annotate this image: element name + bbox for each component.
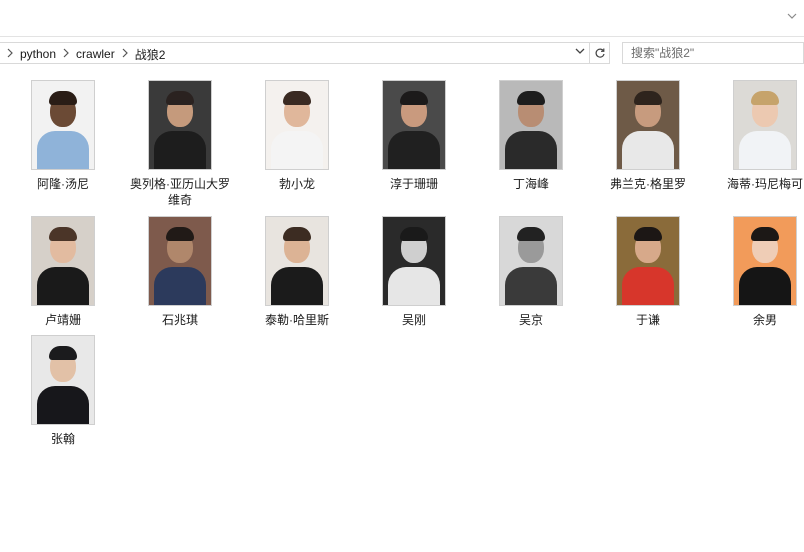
portrait-hair	[49, 227, 77, 241]
portrait-body	[622, 267, 674, 305]
address-bar[interactable]: python crawler 战狼2	[0, 42, 610, 64]
file-item[interactable]: 奥列格·亚历山大罗维奇	[125, 80, 235, 208]
photo-thumbnail	[499, 216, 563, 306]
file-name: 勃小龙	[278, 177, 315, 191]
breadcrumb: python crawler 战狼2	[3, 43, 168, 65]
portrait-body	[388, 131, 440, 169]
file-item[interactable]: 石兆琪	[125, 216, 235, 328]
photo-thumbnail	[616, 80, 680, 170]
chevron-right-icon[interactable]	[59, 48, 73, 61]
portrait-body	[37, 267, 89, 305]
portrait-hair	[49, 91, 77, 105]
refresh-icon[interactable]	[589, 43, 609, 63]
file-name: 淳于珊珊	[389, 177, 438, 191]
file-name: 张翰	[50, 432, 75, 446]
photo-thumbnail	[265, 216, 329, 306]
file-name: 吴京	[518, 313, 543, 327]
portrait-hair	[400, 91, 428, 105]
file-name: 弗兰克·格里罗	[610, 177, 686, 191]
photo-thumbnail	[148, 80, 212, 170]
file-item[interactable]: 泰勒·哈里斯	[242, 216, 352, 328]
portrait-body	[739, 267, 791, 305]
portrait-hair	[166, 227, 194, 241]
portrait-body	[739, 131, 791, 169]
file-item[interactable]: 张翰	[8, 335, 118, 447]
file-name: 奥列格·亚历山大罗维奇	[130, 177, 230, 207]
photo-thumbnail	[499, 80, 563, 170]
portrait-hair	[283, 91, 311, 105]
portrait-body	[154, 131, 206, 169]
portrait-hair	[517, 227, 545, 241]
chevron-right-icon[interactable]	[118, 48, 132, 61]
portrait-hair	[634, 91, 662, 105]
photo-thumbnail	[382, 216, 446, 306]
portrait-body	[505, 267, 557, 305]
file-item[interactable]: 吴京	[476, 216, 586, 328]
portrait-hair	[634, 227, 662, 241]
ribbon-area	[0, 0, 804, 37]
portrait-hair	[751, 91, 779, 105]
photo-thumbnail	[148, 216, 212, 306]
file-item[interactable]: 淳于珊珊	[359, 80, 469, 192]
photo-thumbnail	[382, 80, 446, 170]
file-item[interactable]: 阿隆·汤尼	[8, 80, 118, 192]
portrait-body	[37, 386, 89, 424]
photo-thumbnail	[31, 216, 95, 306]
portrait-body	[154, 267, 206, 305]
photo-thumbnail	[31, 335, 95, 425]
chevron-right-icon[interactable]	[3, 48, 17, 61]
file-item[interactable]: 弗兰克·格里罗	[593, 80, 703, 192]
file-item[interactable]: 吴刚	[359, 216, 469, 328]
breadcrumb-item-current-folder[interactable]: 战狼2	[132, 46, 169, 63]
photo-thumbnail	[265, 80, 329, 170]
file-name: 石兆琪	[161, 313, 198, 327]
chevron-down-icon[interactable]	[571, 43, 589, 63]
search-box[interactable]	[622, 42, 804, 64]
portrait-hair	[283, 227, 311, 241]
portrait-body	[37, 131, 89, 169]
breadcrumb-item-python[interactable]: python	[17, 47, 59, 61]
file-item[interactable]: 于谦	[593, 216, 703, 328]
breadcrumb-item-crawler[interactable]: crawler	[73, 47, 118, 61]
portrait-body	[271, 131, 323, 169]
chevron-down-icon[interactable]	[784, 10, 800, 26]
file-item[interactable]: 余男	[710, 216, 804, 328]
portrait-hair	[49, 346, 77, 360]
portrait-body	[622, 131, 674, 169]
portrait-hair	[517, 91, 545, 105]
portrait-hair	[751, 227, 779, 241]
search-input[interactable]	[631, 44, 801, 62]
portrait-body	[388, 267, 440, 305]
file-name: 吴刚	[401, 313, 426, 327]
file-grid: 阿隆·汤尼 奥列格·亚历山大罗维奇 勃小龙 淳于珊珊 丁海峰 弗兰克·格里罗 海蒂·玛尼梅可…	[0, 72, 804, 552]
file-name: 泰勒·哈里斯	[265, 313, 329, 327]
portrait-body	[505, 131, 557, 169]
file-name: 于谦	[635, 313, 660, 327]
file-name: 卢靖姗	[44, 313, 81, 327]
navigation-bar: python crawler 战狼2	[0, 40, 804, 68]
file-item[interactable]: 海蒂·玛尼梅可	[710, 80, 804, 192]
file-name: 阿隆·汤尼	[37, 177, 89, 191]
file-name: 余男	[752, 313, 777, 327]
photo-thumbnail	[31, 80, 95, 170]
portrait-hair	[166, 91, 194, 105]
portrait-body	[271, 267, 323, 305]
portrait-hair	[400, 227, 428, 241]
file-name: 丁海峰	[512, 177, 549, 191]
photo-thumbnail	[733, 216, 797, 306]
file-item[interactable]: 丁海峰	[476, 80, 586, 192]
file-name: 海蒂·玛尼梅可	[727, 177, 803, 191]
file-item[interactable]: 卢靖姗	[8, 216, 118, 328]
photo-thumbnail	[733, 80, 797, 170]
file-item[interactable]: 勃小龙	[242, 80, 352, 192]
photo-thumbnail	[616, 216, 680, 306]
